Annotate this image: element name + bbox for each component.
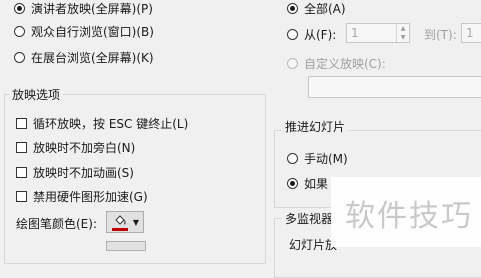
presenter-radio-row[interactable]: 演讲者放映(全屏幕)(P) (14, 0, 153, 17)
window-label: 观众自行浏览(窗口)(B) (31, 25, 154, 39)
window-radio[interactable] (14, 26, 25, 37)
from-label: 从(F): (304, 28, 337, 42)
pen-color-button[interactable]: ▼ (106, 211, 144, 233)
kiosk-radio[interactable] (14, 52, 25, 63)
timings-row[interactable]: 如果 (287, 175, 328, 192)
no-animation-row[interactable]: 放映时不加动画(S) (16, 164, 134, 181)
pen-color-row: 绘图笔颜色(E): (16, 215, 97, 232)
timings-radio[interactable] (287, 178, 298, 189)
show-options-title: 放映选项 (9, 86, 64, 103)
timings-label: 如果 (304, 177, 329, 191)
no-narration-label: 放映时不加旁白(N) (33, 141, 136, 155)
no-animation-checkbox[interactable] (16, 167, 27, 178)
from-row[interactable]: 从(F): (287, 26, 336, 43)
disable-hw-row[interactable]: 禁用硬件图形加速(G) (16, 188, 148, 205)
advance-title: 推进幻灯片 (282, 118, 349, 135)
no-narration-row[interactable]: 放映时不加旁白(N) (16, 139, 135, 156)
to-label-row: 到(T): (424, 26, 457, 43)
watermark-text: 软件技巧 (345, 199, 473, 234)
monitors-title: 多监视器 (282, 210, 337, 227)
loop-label: 循环放映，按 ESC 键终止(L) (33, 117, 189, 131)
partial-button[interactable] (106, 241, 146, 251)
manual-label: 手动(M) (304, 152, 348, 166)
kiosk-label: 在展台浏览(全屏幕)(K) (31, 51, 154, 65)
kiosk-radio-row[interactable]: 在展台浏览(全屏幕)(K) (14, 49, 154, 66)
no-animation-label: 放映时不加动画(S) (33, 166, 134, 180)
all-slides-radio[interactable] (287, 3, 298, 14)
chevron-down-icon: ▼ (132, 218, 139, 227)
disable-hw-checkbox[interactable] (16, 191, 27, 202)
disable-hw-label: 禁用硬件图形加速(G) (33, 190, 148, 204)
manual-row[interactable]: 手动(M) (287, 150, 348, 167)
loop-checkbox-row[interactable]: 循环放映，按 ESC 键终止(L) (16, 115, 188, 132)
spinner-arrows-icon[interactable]: ▲ ▼ (396, 24, 409, 42)
presenter-radio[interactable] (14, 3, 25, 14)
slide-show-monitor-row: 幻灯片放 (289, 236, 337, 253)
from-radio[interactable] (287, 29, 298, 40)
to-label: 到(T): (424, 28, 457, 42)
to-value: 1 (466, 26, 474, 40)
custom-show-select[interactable] (308, 76, 481, 98)
custom-show-radio[interactable] (287, 58, 298, 69)
loop-checkbox[interactable] (16, 118, 27, 129)
custom-show-label: 自定义放映(C): (304, 57, 386, 71)
no-narration-checkbox[interactable] (16, 142, 27, 153)
from-spinner[interactable]: 1 ▲ ▼ (346, 23, 410, 43)
window-radio-row[interactable]: 观众自行浏览(窗口)(B) (14, 23, 154, 40)
pen-color-swatch (112, 228, 128, 231)
slide-show-monitor-label: 幻灯片放 (289, 238, 338, 252)
all-slides-label: 全部(A) (304, 2, 346, 16)
custom-show-row[interactable]: 自定义放映(C): (287, 55, 386, 72)
all-slides-row[interactable]: 全部(A) (287, 0, 346, 17)
manual-radio[interactable] (287, 153, 298, 164)
from-value: 1 (351, 26, 359, 40)
pen-color-label: 绘图笔颜色(E): (16, 217, 97, 231)
presenter-label: 演讲者放映(全屏幕)(P) (31, 2, 153, 16)
to-spinner[interactable]: 1 (461, 23, 481, 43)
